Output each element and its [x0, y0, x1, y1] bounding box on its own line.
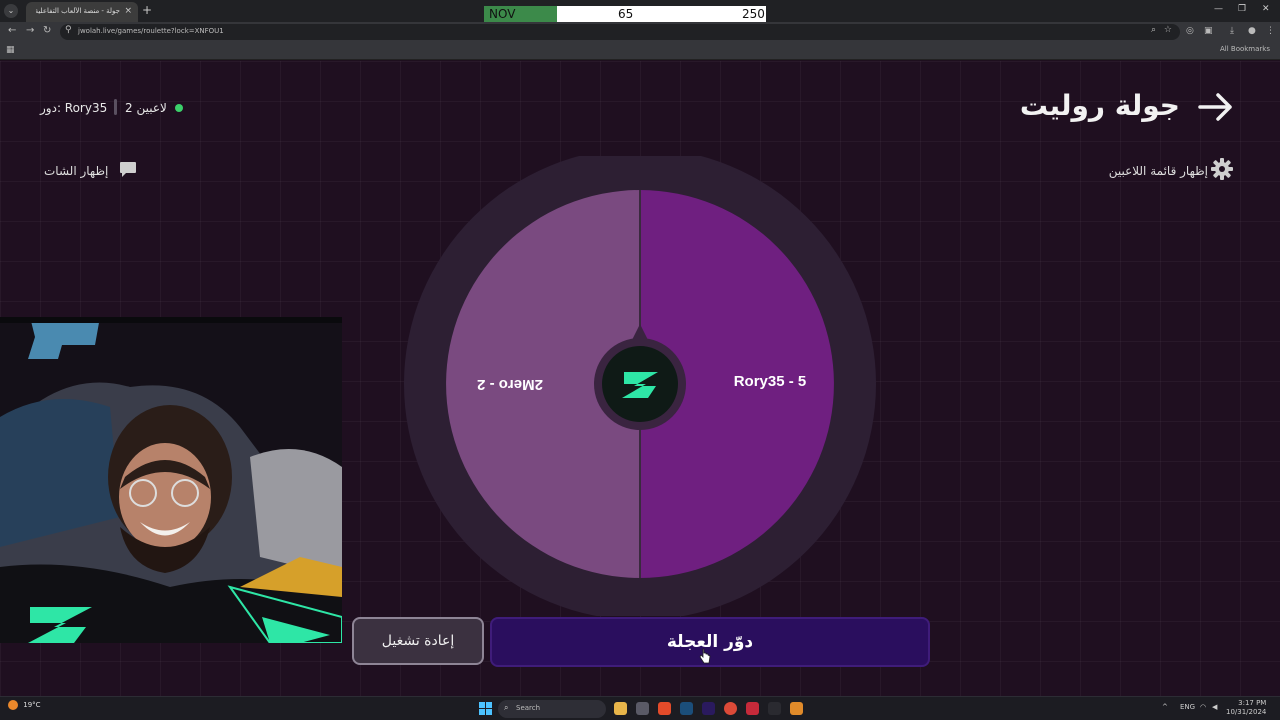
league-icon[interactable]	[768, 702, 781, 715]
download-icon[interactable]: ⤓	[1230, 26, 1234, 36]
wifi-icon[interactable]: ◠	[1200, 703, 1206, 711]
bookmarks-bar: ▦ All Bookmarks	[0, 42, 1280, 60]
site-info-icon[interactable]: ⚲	[65, 25, 72, 35]
clock[interactable]: 3:17 PM 10/31/2024	[1226, 699, 1266, 717]
brave-browser-icon[interactable]	[658, 702, 671, 715]
restart-button[interactable]: إعادة تشغيل	[352, 617, 484, 665]
file-explorer-icon[interactable]	[614, 702, 627, 715]
show-players-toggle[interactable]: إظهار قائمة اللاعبين	[1044, 157, 1234, 183]
tray-chevron-icon[interactable]: ^	[1162, 703, 1168, 711]
turn-indicator: دور: Rory35	[40, 101, 108, 115]
steam-icon[interactable]	[680, 702, 693, 715]
language-indicator[interactable]: ENG	[1180, 703, 1195, 711]
premiere-icon[interactable]	[702, 702, 715, 715]
volume-icon[interactable]: ◀	[1212, 703, 1217, 711]
taskbar-search-label: Search	[516, 704, 541, 712]
menu-icon[interactable]: ⋮	[1266, 26, 1275, 36]
bookmark-star-icon[interactable]: ☆	[1164, 25, 1172, 35]
sun-icon	[8, 700, 18, 710]
show-chat-toggle[interactable]: إظهار الشات	[44, 159, 140, 183]
wheel-label-rory35: Rory35 - 5	[734, 373, 807, 390]
game-status: دور: Rory35 2 لاعبين	[40, 99, 190, 117]
gear-icon	[1211, 158, 1233, 180]
browser-tab[interactable]: جولة - منصة الألعاب التفاعلية - Jooba ×	[26, 2, 138, 22]
weather-temp: 19°C	[23, 701, 41, 709]
show-chat-label: إظهار الشات	[44, 164, 109, 178]
windows-start-icon[interactable]	[479, 702, 492, 715]
search-icon: ⌕	[504, 703, 509, 712]
wheel-label-2mero: 2Mero - 2	[477, 376, 543, 393]
online-status-dot	[175, 104, 183, 112]
windows-taskbar: 19°C ⌕ Search ^ ENG ◠ ◀ 3:17 PM 10/31/20…	[0, 696, 1280, 720]
score-value-b: 250	[742, 7, 765, 21]
score-value-a: 65	[618, 7, 634, 21]
app-icon[interactable]	[746, 702, 759, 715]
address-bar[interactable]: ⚲ jwolah.live/games/roulette?lock=XNFOU1…	[60, 24, 1180, 40]
browser-toolbar: ← → ↻ ⚲ jwolah.live/games/roulette?lock=…	[0, 22, 1280, 42]
store-icon[interactable]	[636, 702, 649, 715]
apps-grid-icon[interactable]: ▦	[6, 45, 15, 55]
stream-score-overlay: NOV 65 250	[484, 6, 766, 22]
chat-icon	[120, 162, 136, 177]
maximize-icon[interactable]: ❐	[1238, 4, 1246, 14]
game-page: جولة روليت إظهار قائمة اللاعبين دور: Ror…	[0, 61, 1280, 696]
gaming-app-icon[interactable]	[790, 702, 803, 715]
hand-cursor-icon	[699, 648, 711, 664]
webcam-overlay	[0, 317, 342, 643]
roulette-wheel[interactable]: Rory35 - 5 2Mero - 2	[402, 136, 878, 616]
new-tab-button[interactable]: +	[142, 3, 152, 17]
players-count: 2 لاعبين	[125, 101, 167, 115]
window-close-icon[interactable]: ✕	[1262, 4, 1270, 14]
tab-close-icon[interactable]: ×	[124, 6, 132, 16]
show-players-label: إظهار قائمة اللاعبين	[1108, 164, 1208, 178]
chrome-icon[interactable]	[724, 702, 737, 715]
clock-time: 3:17 PM	[1238, 699, 1267, 707]
all-bookmarks-link[interactable]: All Bookmarks	[1220, 45, 1270, 53]
back-arrow-icon[interactable]	[1196, 87, 1236, 127]
tab-search-icon[interactable]: ⌄	[4, 4, 18, 18]
reload-icon[interactable]: ↻	[43, 25, 51, 36]
extensions-puzzle-icon[interactable]: ▣	[1204, 26, 1213, 36]
url-text: jwolah.live/games/roulette?lock=XNFOU1	[78, 27, 224, 35]
clock-date: 10/31/2024	[1226, 708, 1267, 716]
page-title: جولة روليت	[1019, 89, 1180, 122]
zoom-icon[interactable]: ⌕	[1151, 25, 1156, 35]
score-team-name: NOV	[484, 6, 557, 22]
minimize-icon[interactable]: —	[1214, 4, 1223, 14]
extension-icon[interactable]: ◎	[1186, 26, 1194, 36]
taskbar-search[interactable]: ⌕ Search	[498, 700, 606, 718]
tab-title: جولة - منصة الألعاب التفاعلية - Jooba	[36, 7, 120, 15]
status-divider	[114, 99, 117, 115]
back-icon[interactable]: ←	[8, 25, 16, 36]
profile-icon[interactable]: ●	[1248, 26, 1256, 36]
forward-icon[interactable]: →	[26, 25, 34, 36]
weather-widget[interactable]: 19°C	[8, 700, 41, 710]
browser-tab-bar: ⌄ جولة - منصة الألعاب التفاعلية - Jooba …	[0, 0, 1280, 22]
